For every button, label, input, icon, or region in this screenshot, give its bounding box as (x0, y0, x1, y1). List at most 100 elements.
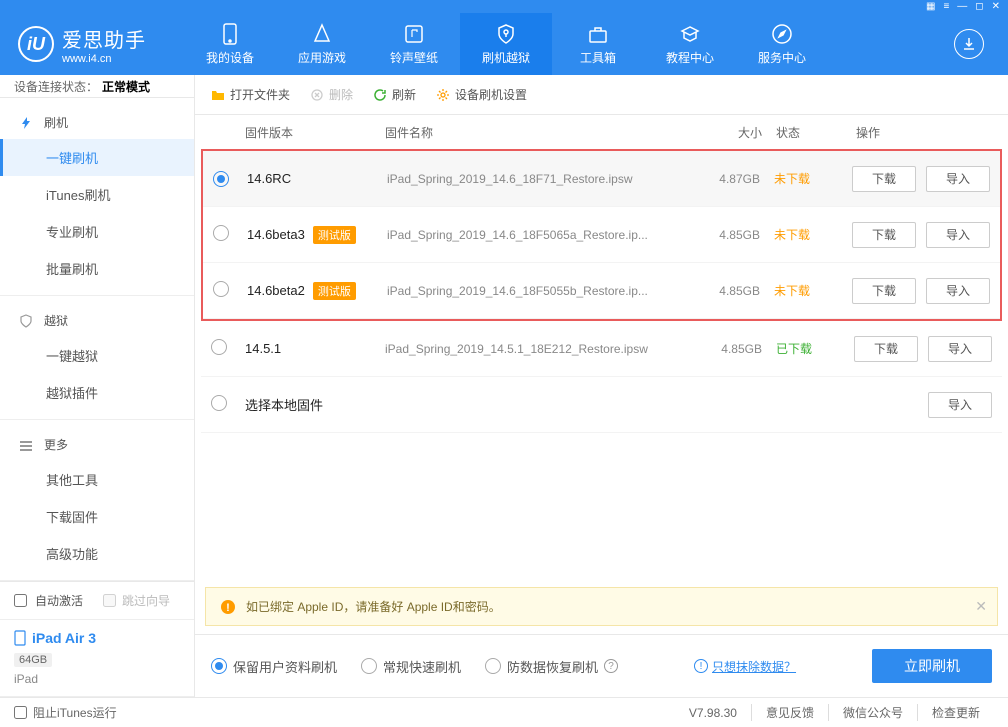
app-title: 爱思助手 (62, 24, 146, 53)
sidebar-group-jailbreak[interactable]: 越狱 (0, 304, 194, 337)
firmware-row[interactable]: 14.6beta3测试版 iPad_Spring_2019_14.6_18F50… (203, 207, 1000, 263)
refresh-button[interactable]: 刷新 (373, 86, 416, 103)
sidebar-item-other-tools[interactable]: 其他工具 (0, 461, 194, 498)
import-button[interactable]: 导入 (926, 278, 990, 304)
footer: 阻止iTunes运行 V7.98.30 意见反馈 微信公众号 检查更新 (0, 697, 1008, 727)
svg-text:!: ! (226, 602, 230, 614)
table-header: 固件版本 固件名称 大小 状态 操作 (195, 115, 1008, 149)
flash-opt-keep-data[interactable]: 保留用户资料刷机 (211, 657, 337, 676)
music-icon (403, 23, 425, 45)
beta-tag: 测试版 (313, 282, 356, 300)
menu-icon[interactable]: ≡ (943, 1, 949, 12)
import-button[interactable]: 导入 (928, 392, 992, 418)
flash-now-button[interactable]: 立即刷机 (872, 649, 992, 683)
local-firmware-row[interactable]: 选择本地固件 导入 (201, 377, 1002, 433)
auto-activate-checkbox[interactable] (14, 594, 27, 607)
sidebar-item-advanced[interactable]: 高级功能 (0, 535, 194, 572)
delete-icon (310, 88, 324, 102)
nav-toolbox[interactable]: 工具箱 (552, 13, 644, 75)
help-icon[interactable]: ? (604, 659, 618, 673)
apps-icon (311, 23, 333, 45)
import-button[interactable]: 导入 (928, 336, 992, 362)
app-site: www.i4.cn (62, 53, 146, 65)
toolbar: 打开文件夹 删除 刷新 设备刷机设置 (195, 75, 1008, 115)
shield2-icon (18, 313, 34, 329)
connection-status: 设备连接状态： 正常模式 (0, 75, 194, 98)
import-button[interactable]: 导入 (926, 166, 990, 192)
close-icon[interactable]: ✕ (992, 1, 1000, 12)
firmware-row[interactable]: 14.6beta2测试版 iPad_Spring_2019_14.6_18F50… (203, 263, 1000, 319)
wechat-link[interactable]: 微信公众号 (828, 704, 917, 721)
refresh-icon (373, 88, 387, 102)
device-icon (14, 630, 26, 646)
toolbox-icon (587, 23, 609, 45)
flash-opt-anti-recovery[interactable]: 防数据恢复刷机 ? (485, 657, 618, 676)
compass-icon (771, 23, 793, 45)
row-radio[interactable] (213, 171, 229, 187)
version-label: V7.98.30 (675, 706, 751, 720)
row-radio[interactable] (213, 225, 229, 241)
gear-icon (436, 88, 450, 102)
main: 打开文件夹 删除 刷新 设备刷机设置 固件版本 固件名称 大小 状态 操作 (195, 75, 1008, 697)
folder-icon (211, 88, 225, 102)
check-update-link[interactable]: 检查更新 (917, 704, 994, 721)
download-button[interactable]: 下载 (852, 222, 916, 248)
sidebar-group-more[interactable]: 更多 (0, 428, 194, 461)
sidebar-item-batch-flash[interactable]: 批量刷机 (0, 250, 194, 287)
row-radio[interactable] (211, 395, 227, 411)
sidebar-item-download-fw[interactable]: 下载固件 (0, 498, 194, 535)
delete-button: 删除 (310, 86, 353, 103)
radio-icon (361, 658, 377, 674)
import-button[interactable]: 导入 (926, 222, 990, 248)
device-info[interactable]: iPad Air 3 64GB iPad (0, 620, 194, 697)
nav-media[interactable]: 铃声壁纸 (368, 13, 460, 75)
maximize-icon[interactable]: ◻ (975, 1, 983, 12)
notice-close-button[interactable]: ✕ (975, 598, 987, 615)
download-button[interactable]: 下载 (852, 166, 916, 192)
flash-icon (18, 115, 34, 131)
book-icon (679, 23, 701, 45)
nav-flash[interactable]: 刷机越狱 (460, 13, 552, 75)
notice-bar: ! 如已绑定 Apple ID，请准备好 Apple ID和密码。 ✕ (205, 587, 998, 626)
sidebar-item-itunes-flash[interactable]: iTunes刷机 (0, 176, 194, 213)
nav-service[interactable]: 服务中心 (736, 13, 828, 75)
more-icon (18, 437, 34, 453)
nav: 我的设备 应用游戏 铃声壁纸 刷机越狱 工具箱 教程中心 服务中心 (184, 13, 828, 75)
download-manager-button[interactable] (954, 29, 984, 59)
skip-guide-checkbox (103, 594, 116, 607)
row-radio[interactable] (213, 281, 229, 297)
logo: iU 爱思助手 www.i4.cn (18, 24, 146, 65)
nav-apps[interactable]: 应用游戏 (276, 13, 368, 75)
sidebar-item-oneclick-jb[interactable]: 一键越狱 (0, 337, 194, 374)
info-icon: ! (694, 659, 708, 673)
flash-opt-normal[interactable]: 常规快速刷机 (361, 657, 461, 676)
beta-tag: 测试版 (313, 226, 356, 244)
nav-tutorial[interactable]: 教程中心 (644, 13, 736, 75)
sidebar: 设备连接状态： 正常模式 刷机 一键刷机 iTunes刷机 专业刷机 批量刷机 … (0, 75, 195, 697)
flash-settings-button[interactable]: 设备刷机设置 (436, 86, 527, 103)
grid-icon[interactable]: ▦ (926, 1, 935, 12)
radio-icon (211, 658, 227, 674)
minimize-icon[interactable]: — (957, 1, 967, 12)
download-button[interactable]: 下载 (852, 278, 916, 304)
sidebar-item-oneclick-flash[interactable]: 一键刷机 (0, 139, 194, 176)
shield-icon (495, 23, 517, 45)
nav-my-device[interactable]: 我的设备 (184, 13, 276, 75)
erase-only-link[interactable]: 只想抹除数据？ (712, 658, 796, 675)
open-folder-button[interactable]: 打开文件夹 (211, 86, 290, 103)
sidebar-item-pro-flash[interactable]: 专业刷机 (0, 213, 194, 250)
highlighted-rows: 14.6RC iPad_Spring_2019_14.6_18F71_Resto… (201, 149, 1002, 321)
titlebar: ▦ ≡ — ◻ ✕ (0, 0, 1008, 13)
auto-activate-row: 自动激活 跳过向导 (0, 582, 194, 620)
logo-icon: iU (18, 26, 54, 62)
sidebar-group-flash[interactable]: 刷机 (0, 106, 194, 139)
download-button[interactable]: 下载 (854, 336, 918, 362)
firmware-row[interactable]: 14.6RC iPad_Spring_2019_14.6_18F71_Resto… (203, 151, 1000, 207)
warning-icon: ! (220, 599, 236, 615)
feedback-link[interactable]: 意见反馈 (751, 704, 828, 721)
sidebar-item-jb-plugins[interactable]: 越狱插件 (0, 374, 194, 411)
flash-options-bar: 保留用户资料刷机 常规快速刷机 防数据恢复刷机 ? ! 只想抹除数据？ 立即刷机 (195, 634, 1008, 697)
block-itunes-checkbox[interactable] (14, 706, 27, 719)
firmware-row[interactable]: 14.5.1 iPad_Spring_2019_14.5.1_18E212_Re… (201, 321, 1002, 377)
row-radio[interactable] (211, 339, 227, 355)
